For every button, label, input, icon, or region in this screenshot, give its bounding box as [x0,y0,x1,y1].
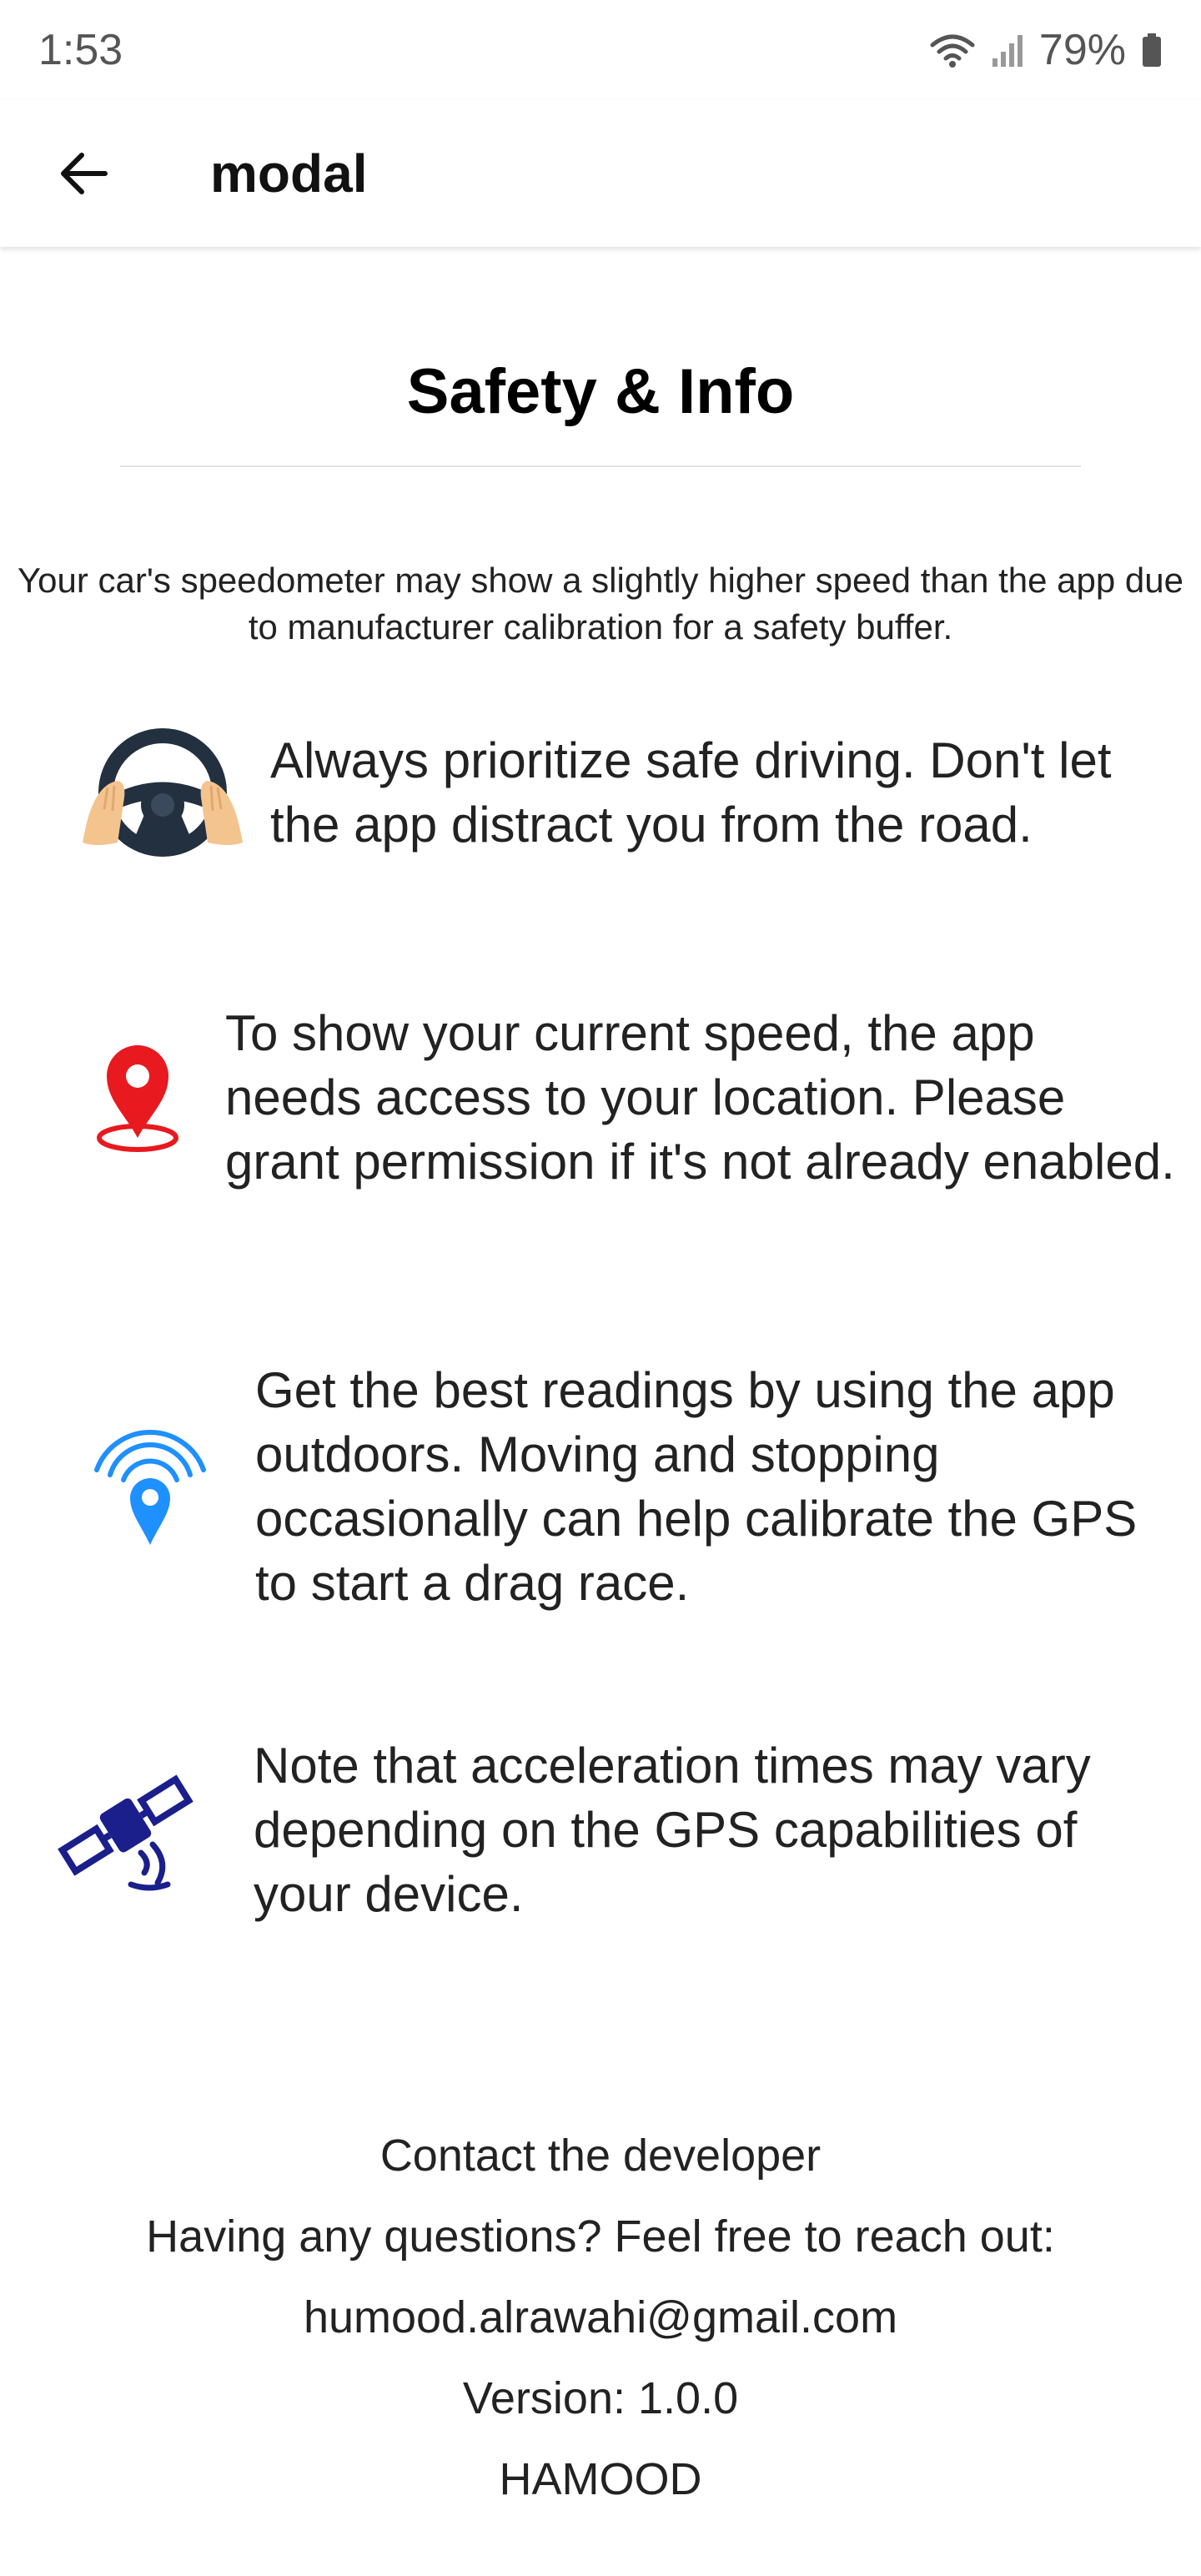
version-text: Version: 1.0.0 [462,2373,739,2423]
app-bar: modal [0,100,1201,247]
page-title: modal [210,143,368,204]
questions-text: Having any questions? Feel free to reach… [146,2211,1055,2262]
tip-text: Always prioritize safe driving. Don't le… [270,732,1112,853]
gps-signal-icon [83,1403,217,1570]
tip-text: Note that acceleration times may vary de… [254,1738,1091,1922]
wifi-icon [929,32,976,68]
developer-email-link[interactable]: humood.alrawahi@gmail.com [0,2277,1201,2358]
tip-text: Get the best readings by using the app o… [255,1362,1138,1611]
location-pin-icon [83,1014,192,1181]
battery-icon [1141,32,1163,68]
status-bar: 1:53 79% [0,0,1201,100]
author-name: HAMOOD [499,2454,702,2504]
battery-percent: 79% [1038,26,1126,74]
signal-icon [991,32,1024,68]
steering-wheel-icon [67,709,259,876]
intro-text: Your car's speedometer may show a slight… [18,561,1183,647]
tip-acceleration-note: Note that acceleration times may vary de… [47,1733,1181,1926]
section-title: Safety & Info [406,356,795,427]
tip-location-permission: To show your current speed, the app need… [83,1001,1184,1194]
status-time: 1:53 [38,26,123,74]
back-button[interactable] [33,123,133,224]
tip-gps-outdoors: Get the best readings by using the app o… [83,1358,1184,1615]
arrow-left-icon [61,153,108,194]
status-icons: 79% [929,25,1163,75]
satellite-icon [47,1747,205,1914]
divider [120,465,1081,467]
developer-contact: Contact the developer Having any questio… [0,2116,1201,2520]
tip-text: To show your current speed, the app need… [225,1005,1175,1190]
contact-heading: Contact the developer [379,2131,822,2181]
tip-safe-driving: Always prioritize safe driving. Don't le… [67,709,1168,876]
